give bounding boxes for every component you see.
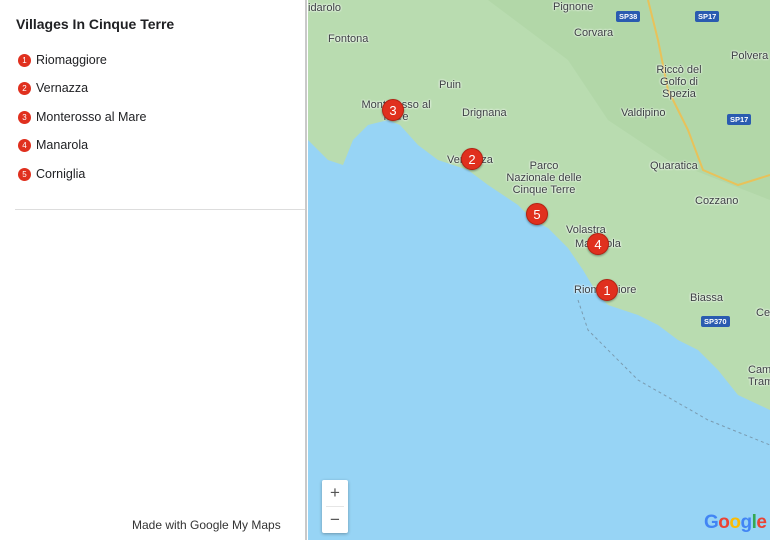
- marker-icon: 1: [18, 53, 31, 67]
- place-label: Biassa: [690, 292, 724, 304]
- google-logo: Google: [704, 512, 767, 533]
- place-label: Valdipino: [621, 107, 666, 119]
- map-canvas[interactable]: idarolo Fontona Pignone Corvara Polvera …: [308, 0, 770, 540]
- place-label: Campiglia Tramonti: [748, 364, 770, 388]
- marker-icon: 2: [18, 81, 31, 95]
- place-label: Cep: [756, 307, 770, 319]
- credit-text[interactable]: Made with Google My Maps: [132, 518, 281, 532]
- road-shield: SP17: [727, 114, 752, 125]
- place-label: Riccò del Golfo di Spezia: [656, 64, 702, 100]
- list-item-riomaggiore[interactable]: 1 Riomaggiore: [18, 53, 107, 67]
- sidebar-panel: Villages In Cinque Terre 1 Riomaggiore 2V…: [0, 0, 307, 540]
- list-item-manarola[interactable]: 4 Manarola: [18, 138, 88, 152]
- marker-icon: 4: [18, 138, 31, 152]
- road-shield: SP17: [695, 11, 720, 22]
- place-label: Quaratica: [650, 160, 698, 172]
- place-label: Puin: [439, 79, 462, 91]
- list-item-vernazza[interactable]: 2 Vernazza: [18, 81, 88, 95]
- item-label: Corniglia: [36, 167, 86, 181]
- item-label: Vernazza: [36, 81, 89, 95]
- road-shield: SP38: [616, 11, 641, 22]
- divider: [15, 209, 305, 210]
- place-label: Cozzano: [695, 195, 739, 207]
- map-marker-manarola[interactable]: 4: [587, 233, 609, 255]
- place-label: idarolo: [308, 2, 342, 14]
- road-shield: SP370: [701, 316, 730, 327]
- marker-icon: 3: [18, 110, 31, 124]
- map-marker-riomaggiore[interactable]: 1: [596, 279, 618, 301]
- item-label: Riomaggiore: [36, 53, 107, 67]
- zoom-in-button[interactable]: +: [322, 480, 348, 506]
- item-label: Monterosso al Mare: [36, 110, 147, 124]
- zoom-control: + −: [322, 480, 348, 533]
- map-title: Villages In Cinque Terre: [16, 16, 175, 32]
- place-label: Corvara: [574, 27, 614, 39]
- place-label: Fontona: [328, 33, 369, 45]
- place-label: Drignana: [462, 107, 507, 119]
- place-label: Parco Nazionale delle Cinque Terre: [506, 160, 582, 196]
- map-marker-corniglia[interactable]: 5: [526, 203, 548, 225]
- item-label: Manarola: [36, 138, 89, 152]
- map-marker-monterosso[interactable]: 3: [382, 99, 404, 121]
- map-marker-vernazza[interactable]: 2: [461, 148, 483, 170]
- marker-icon: 5: [18, 167, 31, 181]
- place-label: Polvera: [731, 50, 769, 62]
- zoom-out-button[interactable]: −: [322, 507, 348, 533]
- list-item-corniglia[interactable]: 5 Corniglia: [18, 167, 85, 181]
- list-item-monterosso[interactable]: 3 Monterosso al Mare: [18, 110, 146, 124]
- place-label: Pignone: [553, 1, 594, 13]
